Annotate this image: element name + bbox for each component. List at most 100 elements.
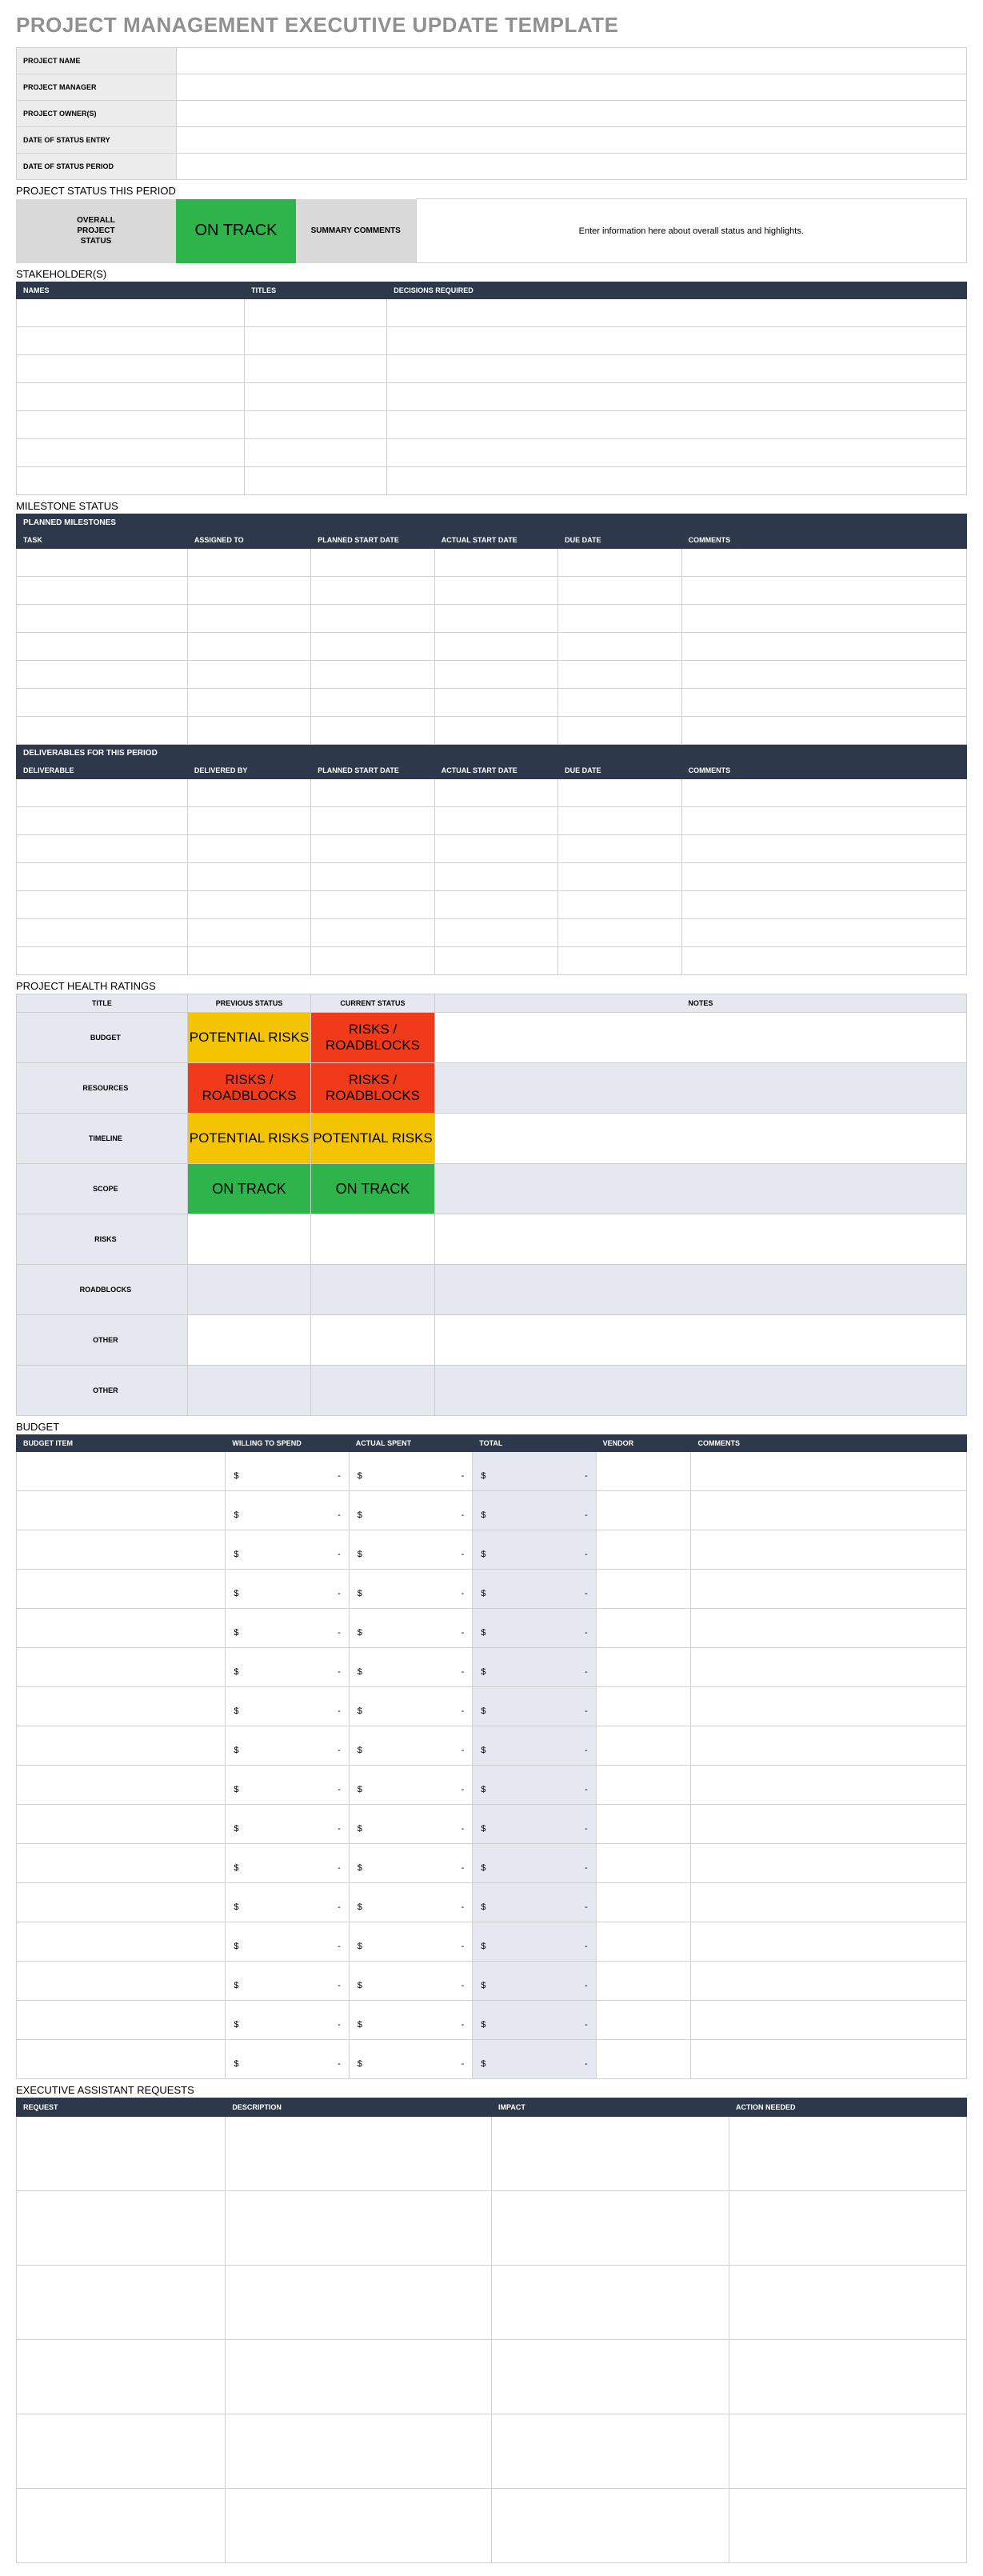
table-cell[interactable] xyxy=(17,2489,226,2563)
table-cell[interactable] xyxy=(558,779,681,807)
table-cell[interactable] xyxy=(311,835,434,863)
budget-item[interactable] xyxy=(17,1766,226,1805)
budget-amount[interactable]: $- xyxy=(349,1609,472,1648)
budget-amount[interactable]: $- xyxy=(349,1844,472,1883)
table-cell[interactable] xyxy=(729,2117,966,2191)
table-cell[interactable] xyxy=(558,577,681,605)
table-cell[interactable] xyxy=(434,633,557,661)
info-value[interactable] xyxy=(177,48,967,74)
table-cell[interactable] xyxy=(245,355,387,383)
table-cell[interactable] xyxy=(245,383,387,411)
table-cell[interactable] xyxy=(434,947,557,975)
table-cell[interactable] xyxy=(681,891,966,919)
table-cell[interactable] xyxy=(729,2489,966,2563)
table-cell[interactable] xyxy=(387,299,967,327)
budget-comments[interactable] xyxy=(691,1609,967,1648)
budget-item[interactable] xyxy=(17,2040,226,2079)
table-cell[interactable] xyxy=(434,779,557,807)
budget-vendor[interactable] xyxy=(596,1687,691,1726)
table-cell[interactable] xyxy=(681,717,966,745)
budget-amount[interactable]: $- xyxy=(226,1922,349,1962)
budget-amount[interactable]: $- xyxy=(349,1805,472,1844)
table-cell[interactable] xyxy=(311,605,434,633)
table-cell[interactable] xyxy=(17,2340,226,2414)
table-cell[interactable] xyxy=(311,863,434,891)
table-cell[interactable] xyxy=(387,355,967,383)
budget-comments[interactable] xyxy=(691,1883,967,1922)
table-cell[interactable] xyxy=(245,467,387,495)
table-cell[interactable] xyxy=(311,947,434,975)
table-cell[interactable] xyxy=(558,661,681,689)
budget-item[interactable] xyxy=(17,1452,226,1491)
budget-item[interactable] xyxy=(17,1609,226,1648)
table-cell[interactable] xyxy=(491,2414,729,2489)
info-value[interactable] xyxy=(177,74,967,101)
budget-item[interactable] xyxy=(17,1726,226,1766)
table-cell[interactable] xyxy=(491,2191,729,2266)
budget-item[interactable] xyxy=(17,1883,226,1922)
budget-amount[interactable]: $- xyxy=(226,2001,349,2040)
budget-amount[interactable]: $- xyxy=(226,1805,349,1844)
table-cell[interactable] xyxy=(491,2266,729,2340)
budget-vendor[interactable] xyxy=(596,2001,691,2040)
table-cell[interactable] xyxy=(558,807,681,835)
table-cell[interactable] xyxy=(434,807,557,835)
table-cell[interactable] xyxy=(17,411,245,439)
table-cell[interactable] xyxy=(558,919,681,947)
table-cell[interactable] xyxy=(187,689,310,717)
budget-vendor[interactable] xyxy=(596,1570,691,1609)
table-cell[interactable] xyxy=(729,2191,966,2266)
table-cell[interactable] xyxy=(681,863,966,891)
table-cell[interactable] xyxy=(187,947,310,975)
table-cell[interactable] xyxy=(491,2340,729,2414)
table-cell[interactable] xyxy=(187,919,310,947)
budget-amount[interactable]: $- xyxy=(226,2040,349,2079)
info-value[interactable] xyxy=(177,127,967,154)
table-cell[interactable] xyxy=(681,661,966,689)
table-cell[interactable] xyxy=(558,891,681,919)
budget-comments[interactable] xyxy=(691,1766,967,1805)
table-cell[interactable] xyxy=(187,863,310,891)
budget-comments[interactable] xyxy=(691,1922,967,1962)
table-cell[interactable] xyxy=(187,891,310,919)
table-cell[interactable] xyxy=(17,919,188,947)
table-cell[interactable] xyxy=(311,549,434,577)
table-cell[interactable] xyxy=(17,327,245,355)
table-cell[interactable] xyxy=(17,577,188,605)
budget-amount[interactable]: $- xyxy=(226,1452,349,1491)
budget-amount[interactable]: $- xyxy=(349,1962,472,2001)
table-cell[interactable] xyxy=(434,717,557,745)
table-cell[interactable] xyxy=(558,947,681,975)
table-cell[interactable] xyxy=(187,835,310,863)
budget-item[interactable] xyxy=(17,1844,226,1883)
budget-amount[interactable]: $- xyxy=(349,1570,472,1609)
table-cell[interactable] xyxy=(681,605,966,633)
budget-amount[interactable]: $- xyxy=(226,1609,349,1648)
table-cell[interactable] xyxy=(187,549,310,577)
budget-comments[interactable] xyxy=(691,1687,967,1726)
health-notes[interactable] xyxy=(434,1315,966,1366)
table-cell[interactable] xyxy=(681,779,966,807)
table-cell[interactable] xyxy=(17,947,188,975)
budget-comments[interactable] xyxy=(691,1530,967,1570)
table-cell[interactable] xyxy=(226,2489,492,2563)
budget-amount[interactable]: $- xyxy=(349,2001,472,2040)
table-cell[interactable] xyxy=(681,689,966,717)
table-cell[interactable] xyxy=(311,891,434,919)
budget-vendor[interactable] xyxy=(596,1883,691,1922)
budget-amount[interactable]: $- xyxy=(349,1883,472,1922)
budget-amount[interactable]: $- xyxy=(226,1844,349,1883)
table-cell[interactable] xyxy=(17,467,245,495)
health-notes[interactable] xyxy=(434,1214,966,1265)
table-cell[interactable] xyxy=(434,661,557,689)
table-cell[interactable] xyxy=(17,383,245,411)
budget-comments[interactable] xyxy=(691,1491,967,1530)
table-cell[interactable] xyxy=(434,549,557,577)
budget-item[interactable] xyxy=(17,1922,226,1962)
table-cell[interactable] xyxy=(17,549,188,577)
budget-amount[interactable]: $- xyxy=(226,1491,349,1530)
summary-comments-value[interactable]: Enter information here about overall sta… xyxy=(416,199,967,263)
table-cell[interactable] xyxy=(681,835,966,863)
table-cell[interactable] xyxy=(17,807,188,835)
table-cell[interactable] xyxy=(311,689,434,717)
